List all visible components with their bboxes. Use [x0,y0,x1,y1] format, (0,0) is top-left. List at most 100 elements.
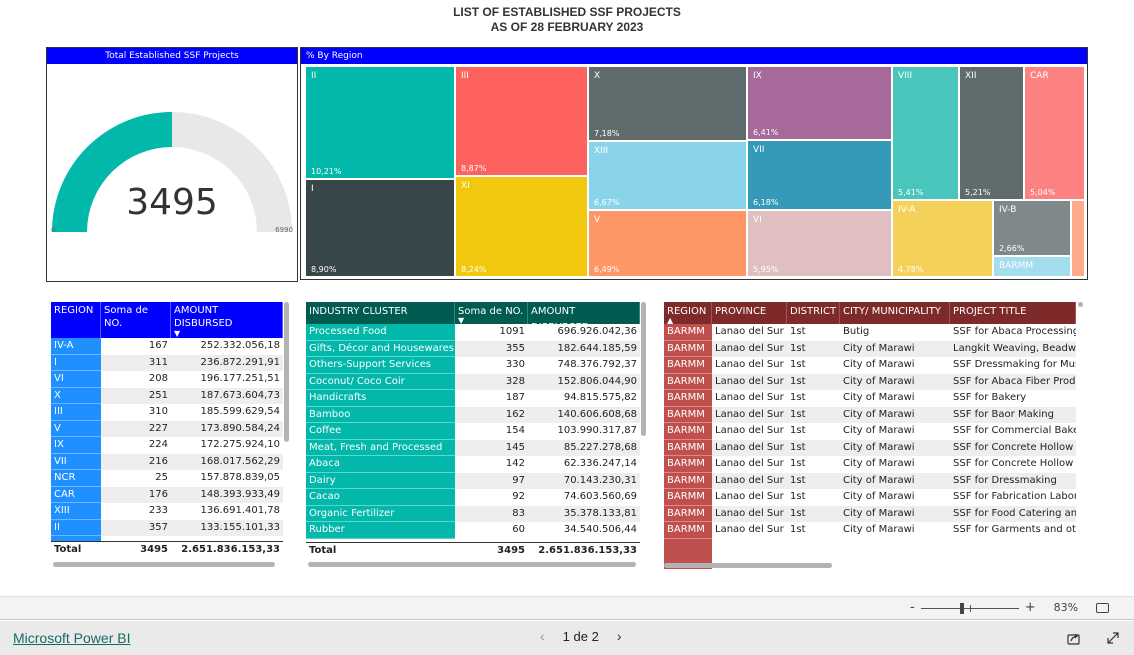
table-cell: 236.872.291,91 [171,354,283,371]
col-header-project-title[interactable]: PROJECT TITLE [950,302,1076,324]
treemap-tile[interactable]: CAR 5,04% [1024,66,1085,200]
col-header-count[interactable]: Soma de NO. ▼ [455,302,528,324]
table-row[interactable]: Dairy 97 70.143.230,31 [306,472,640,489]
power-bi-link[interactable]: Microsoft Power BI [13,630,130,646]
table-row[interactable]: Abaca 142 62.336.247,14 [306,456,640,473]
treemap-tile[interactable]: X 7,18% [588,66,747,141]
table-cell: Lanao del Sur [712,505,787,522]
table-row[interactable]: IV-A 167 252.332.056,18 [51,338,283,355]
table-row[interactable]: I 311 236.872.291,91 [51,354,283,371]
treemap-tile[interactable]: VIII 5,41% [892,66,959,200]
next-page-button[interactable]: › [617,628,622,644]
table-row[interactable]: V 227 173.890.584,24 [51,420,283,437]
zoom-in-button[interactable]: + [1025,600,1036,615]
treemap-tile[interactable]: II 10,21% [305,66,455,179]
col-header-province[interactable]: PROVINCE [712,302,787,324]
col-header-district[interactable]: DISTRICT [787,302,840,324]
table-row[interactable]: BARMM Lanao del Sur 1st City of Marawi SSF f… [664,373,1076,390]
col-header-region[interactable]: REGION [51,302,101,338]
table-row[interactable]: Handicrafts 187 94.815.575,82 [306,390,640,407]
table-cell: Processed Food [306,324,455,341]
table-row[interactable]: VII 216 168.017.562,29 [51,453,283,470]
table-cell: Meat, Fresh and Processed [306,439,455,456]
table-row[interactable]: NCR 25 157.878.839,05 [51,470,283,487]
treemap-tile[interactable]: VI 5,95% [747,210,892,277]
col-header-amount[interactable]: AMOUNT DISBURSED [528,302,640,324]
table-row[interactable]: BARMM Lanao del Sur 1st City of Marawi SSF f… [664,489,1076,506]
table-row[interactable]: Processed Food 1091 696.926.042,36 [306,324,640,341]
region-table[interactable]: REGION Soma de NO. AMOUNT DISBURSED ▼ IV-… [51,302,283,558]
treemap-tile-label: VII [753,145,765,155]
table-row[interactable]: III 310 185.599.629,54 [51,404,283,421]
table-row[interactable]: Rubber 60 34.540.506,44 [306,522,640,539]
treemap-card[interactable]: % By Region II 10,21% I 8,90% III 8,87% XI 8,24… [300,47,1088,280]
share-icon[interactable] [1067,631,1081,645]
table-row[interactable]: BARMM Lanao del Sur 1st City of Marawi Langk… [664,340,1076,357]
treemap-tile-label: II [311,71,317,81]
page-navigator: ‹ 1 de 2 › [540,628,622,644]
treemap-tile[interactable]: XII 5,21% [959,66,1024,200]
table-row[interactable]: BARMM Lanao del Sur 1st City of Marawi SSF f… [664,522,1076,539]
table-row[interactable]: Meat, Fresh and Processed 145 85.227.278,6… [306,439,640,456]
col-header-industry[interactable]: INDUSTRY CLUSTER [306,302,455,324]
table-row[interactable]: BARMM Lanao del Sur 1st City of Marawi SSF f… [664,390,1076,407]
treemap-tile[interactable]: IV-A 4,78% [892,200,993,277]
treemap-tile[interactable]: IV-B 2,66% [993,200,1071,256]
zoom-slider[interactable] [920,601,1019,615]
treemap-tile[interactable]: VII 6,18% [747,140,892,210]
col-header-city[interactable]: CITY/ MUNICIPALITY [840,302,950,324]
col-header-region[interactable]: REGION ▲ [664,302,712,324]
table-cell: X [51,387,101,404]
prev-page-button[interactable]: ‹ [540,628,545,644]
fit-to-page-icon[interactable] [1096,602,1110,613]
gauge-min-label: 0 [51,226,55,234]
project-table-hscroll[interactable] [664,563,832,568]
table-row[interactable]: CAR 176 148.393.933,49 [51,486,283,503]
treemap-tile[interactable]: XI 8,24% [455,176,588,277]
industry-table-hscroll[interactable] [308,562,636,567]
treemap-tile[interactable] [1071,200,1085,277]
treemap-tile[interactable]: XIII 6,67% [588,141,747,210]
table-cell: Gifts, Décor and Housewares [306,340,455,357]
table-row[interactable]: BARMM Lanao del Sur 1st Butig SSF for Abaca … [664,324,1076,341]
expand-icon[interactable] [1106,631,1120,645]
table-row[interactable]: BARMM Lanao del Sur 1st City of Marawi SSF f… [664,423,1076,440]
treemap-tile[interactable]: V 6,49% [588,210,747,277]
industry-table[interactable]: INDUSTRY CLUSTER Soma de NO.▼ AMOUNT DIS… [306,302,640,558]
gauge-card[interactable]: Total Established SSF Projects 3495 0 69… [46,47,298,282]
table-row[interactable]: Coconut/ Coco Coir 328 152.806.044,90 [306,373,640,390]
col-header-count[interactable]: Soma de NO. [101,302,171,338]
table-row[interactable]: II 357 133.155.101,33 [51,519,283,536]
table-cell: Butig [843,326,870,337]
table-row[interactable]: Coffee 154 103.990.317,87 [306,423,640,440]
treemap-tile-percent: 2,66% [999,244,1025,253]
table-row[interactable]: Bamboo 162 140.606.608,68 [306,406,640,423]
region-table-hscroll[interactable] [53,562,275,567]
table-row[interactable]: XIII 233 136.691.401,78 [51,503,283,520]
total-count: 3495 [140,544,168,555]
table-row[interactable]: Others-Support Services 330 748.376.792,37 [306,357,640,374]
table-row[interactable]: IX 224 172.275.924,10 [51,437,283,454]
treemap-tile[interactable]: I 8,90% [305,179,455,277]
col-header-amount[interactable]: AMOUNT DISBURSED ▼ [171,302,283,338]
treemap-tile[interactable]: IX 6,41% [747,66,892,140]
table-row[interactable]: Gifts, Décor and Housewares 355 182.644.18… [306,340,640,357]
table-row[interactable]: BARMM Lanao del Sur 1st City of Marawi SSF f… [664,439,1076,456]
table-cell: BARMM [664,373,712,390]
table-row[interactable]: BARMM Lanao del Sur 1st City of Marawi SSF D… [664,357,1076,374]
table-row[interactable]: X 251 187.673.604,73 [51,387,283,404]
table-row[interactable]: BARMM Lanao del Sur 1st City of Marawi SSF f… [664,456,1076,473]
table-row[interactable]: BARMM Lanao del Sur 1st City of Marawi SSF f… [664,406,1076,423]
table-row[interactable]: Cacao 92 74.603.560,69 [306,489,640,506]
table-row[interactable]: VI 208 196.177.251,51 [51,371,283,388]
zoom-slider-thumb[interactable] [959,602,964,614]
treemap-tile[interactable]: BARMM [993,256,1071,277]
table-row[interactable]: BARMM Lanao del Sur 1st City of Marawi SSF f… [664,472,1076,489]
region-table-vscroll[interactable] [284,302,289,442]
table-row[interactable]: BARMM Lanao del Sur 1st City of Marawi SSF f… [664,505,1076,522]
table-row[interactable]: Organic Fertilizer 83 35.378.133,81 [306,505,640,522]
zoom-out-button[interactable]: - [910,600,915,615]
industry-table-vscroll[interactable] [641,302,646,436]
treemap-tile[interactable]: III 8,87% [455,66,588,176]
project-table[interactable]: REGION ▲ PROVINCE DISTRICT CITY/ MUNICIPA… [664,302,1076,569]
